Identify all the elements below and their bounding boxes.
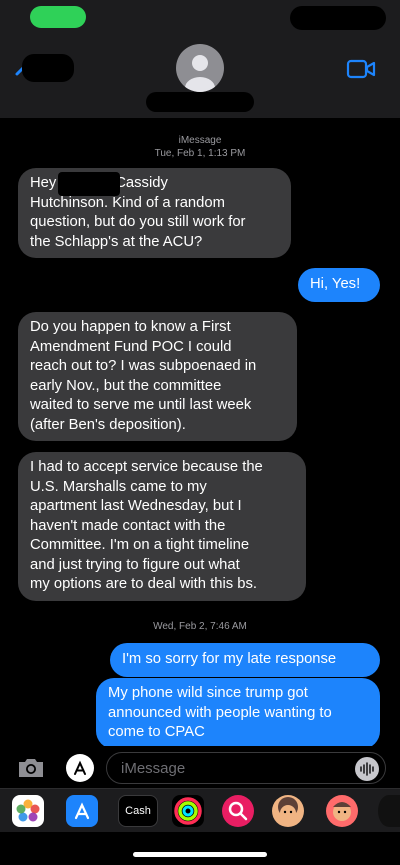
message-line: reach out to? I was subpoenaed in (30, 358, 257, 374)
message-line: haven't made contact with the (30, 517, 226, 534)
camera-icon[interactable] (16, 754, 46, 780)
conversation-header (0, 0, 400, 118)
app-store-icon[interactable] (66, 795, 98, 827)
contact-avatar[interactable] (176, 44, 224, 92)
message-input-placeholder: iMessage (121, 760, 186, 777)
person-silhouette-icon (185, 55, 215, 92)
image-search-icon[interactable] (222, 795, 254, 827)
memoji-icon[interactable] (272, 795, 304, 827)
message-line: early Nov., but the committee (30, 377, 222, 394)
audio-message-icon[interactable] (355, 757, 379, 781)
contact-name-redaction[interactable] (146, 92, 254, 112)
message-line: the Schlapp's at the ACU? (30, 233, 203, 250)
more-apps-icon[interactable] (378, 795, 400, 827)
message-line: apartment last Wednesday, but I (30, 498, 242, 514)
photos-icon[interactable] (12, 795, 44, 827)
message-bubble-outgoing[interactable]: I'm so sorry for my late response (110, 643, 380, 677)
message-line: waited to serve me until last week (30, 397, 252, 413)
apple-cash-label: Cash (125, 805, 151, 817)
home-indicator[interactable] (133, 852, 267, 857)
message-line: my options are to deal with this bs. (30, 576, 257, 592)
message-line: come to CPAC (108, 724, 205, 740)
message-line: announced with people wanting to (108, 704, 332, 721)
message-line: question, but do you still work for (30, 214, 246, 230)
apple-cash-icon[interactable]: Cash (118, 795, 158, 827)
message-line: Hutchinson. Kind of a random (30, 194, 225, 211)
message-line: (after Ben's deposition). (30, 416, 186, 433)
message-line: I had to accept service because the (30, 459, 263, 475)
message-line: Hi, Yes! (310, 276, 361, 292)
status-redaction (290, 6, 386, 30)
timestamp: Tue, Feb 1, 1:13 PM (154, 148, 246, 159)
message-line: Amendment Fund POC I could (30, 338, 232, 355)
message-bubble-incoming[interactable]: Do you happen to know a First Amendment … (18, 312, 297, 441)
compose-bar: iMessage (0, 746, 400, 790)
timestamp: Wed, Feb 2, 7:46 AM (153, 621, 247, 632)
name-redaction (58, 172, 120, 196)
video-call-icon[interactable] (346, 58, 376, 80)
message-line: and just trying to figure out what (30, 556, 240, 573)
message-line: I'm so sorry for my late response (122, 651, 337, 667)
back-label-redaction (22, 54, 74, 82)
imessage-app-tray: Cash (0, 788, 400, 832)
message-line: My phone wild since trump got (108, 685, 308, 701)
memoji-stickers-icon[interactable] (326, 795, 358, 827)
message-line: Do you happen to know a First (30, 319, 231, 335)
message-bubble-outgoing[interactable]: Hi, Yes! (298, 268, 380, 302)
message-input[interactable]: iMessage (106, 752, 386, 784)
message-bubble-incoming[interactable]: I had to accept service because the U.S.… (18, 452, 306, 601)
message-bubble-outgoing[interactable]: My phone wild since trump got announced … (96, 678, 380, 749)
status-pill-redacted (30, 6, 86, 28)
service-label: iMessage (178, 135, 222, 146)
app-drawer-button[interactable] (66, 754, 94, 782)
message-line: U.S. Marshalls came to my (30, 478, 207, 495)
message-line: Committee. I'm on a tight timeline (30, 537, 250, 553)
app-store-icon (74, 760, 86, 775)
activity-icon[interactable] (172, 795, 204, 827)
